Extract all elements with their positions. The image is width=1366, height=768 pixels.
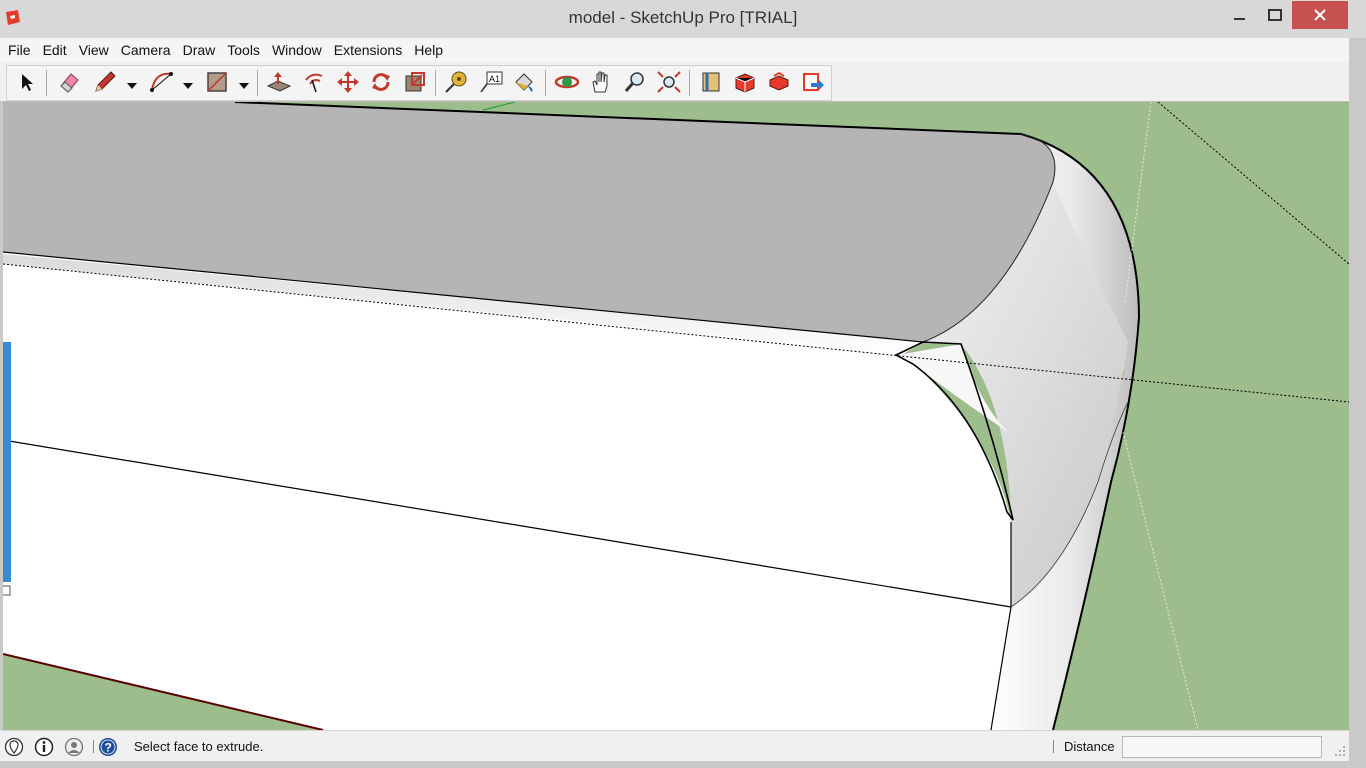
user-account-icon[interactable] [64,737,84,757]
maximize-button[interactable] [1258,0,1292,30]
orbit-tool-icon[interactable] [553,68,581,96]
resize-grip-icon[interactable] [1334,744,1346,756]
scale-tool-icon[interactable] [401,68,429,96]
toolbar-separator [435,70,436,96]
blue-axis-guide-lower [1122,431,1199,730]
menu-camera[interactable]: Camera [115,39,177,61]
zoom-extents-tool-icon[interactable] [655,68,683,96]
menu-extensions[interactable]: Extensions [328,39,408,61]
menu-view[interactable]: View [73,39,115,61]
arc-dropdown-icon[interactable] [182,78,194,89]
window-bottom-frame [0,761,1366,768]
model-canvas[interactable] [3,102,1349,730]
close-button[interactable] [1292,1,1348,29]
geo-location-icon[interactable] [4,737,24,757]
offset-tool-icon[interactable] [300,68,328,96]
window-title: model - SketchUp Pro [TRIAL] [568,8,798,27]
help-icon[interactable]: ? [98,737,118,757]
shape-dropdown-icon[interactable] [238,78,250,89]
status-separator [93,740,94,753]
green-axis-tick [482,102,516,111]
menu-file[interactable]: File [2,39,37,61]
toolbar-separator [257,70,258,96]
menu-edit[interactable]: Edit [37,39,73,61]
window-right-frame [1349,38,1366,768]
rectangle-tool-icon[interactable] [203,68,231,96]
status-bar: ? Select face to extrude. Distance [0,730,1349,761]
text-tool-icon[interactable]: A1 [477,68,505,96]
extension-warehouse-icon[interactable] [765,68,793,96]
svg-text:?: ? [105,741,112,755]
send-to-layout-icon[interactable] [799,68,827,96]
getting-started-toolbar: A1 [0,62,1349,102]
svg-text:A1: A1 [489,74,500,84]
minimize-button[interactable] [1222,0,1258,30]
green-axis-guide [1157,102,1349,265]
rotate-tool-icon[interactable] [367,68,395,96]
pencil-line-tool-icon[interactable] [91,68,119,96]
left-panel-strip [3,342,11,582]
left-panel-marker [3,585,11,596]
zoom-tool-icon[interactable] [621,68,649,96]
move-tool-icon[interactable] [334,68,362,96]
modeling-viewport[interactable] [3,102,1349,730]
paint-bucket-tool-icon[interactable] [511,68,539,96]
menu-window[interactable]: Window [266,39,328,61]
menu-help[interactable]: Help [408,39,449,61]
toolbar-separator [46,70,47,96]
tape-measure-tool-icon[interactable] [443,68,471,96]
warehouse-icon[interactable] [731,68,759,96]
measurements-label: Distance [1064,739,1115,754]
line-dropdown-icon[interactable] [126,78,138,89]
menu-draw[interactable]: Draw [177,39,222,61]
pan-tool-icon[interactable] [587,68,615,96]
menu-bar: File Edit View Camera Draw Tools Window … [0,38,1349,62]
status-separator [1053,740,1054,753]
menu-tools[interactable]: Tools [221,39,266,61]
toolbar-separator [689,70,690,96]
toolbar-separator [545,70,546,96]
components-icon[interactable] [697,68,725,96]
push-pull-tool-icon[interactable] [265,68,293,96]
select-tool-icon[interactable] [13,68,41,96]
measurements-input[interactable] [1122,736,1322,758]
close-icon [1314,9,1326,21]
title-bar: model - SketchUp Pro [TRIAL] [0,0,1366,38]
arc-tool-icon[interactable] [148,68,176,96]
eraser-tool-icon[interactable] [55,68,83,96]
status-message: Select face to extrude. [134,739,264,754]
credits-info-icon[interactable] [34,737,54,757]
